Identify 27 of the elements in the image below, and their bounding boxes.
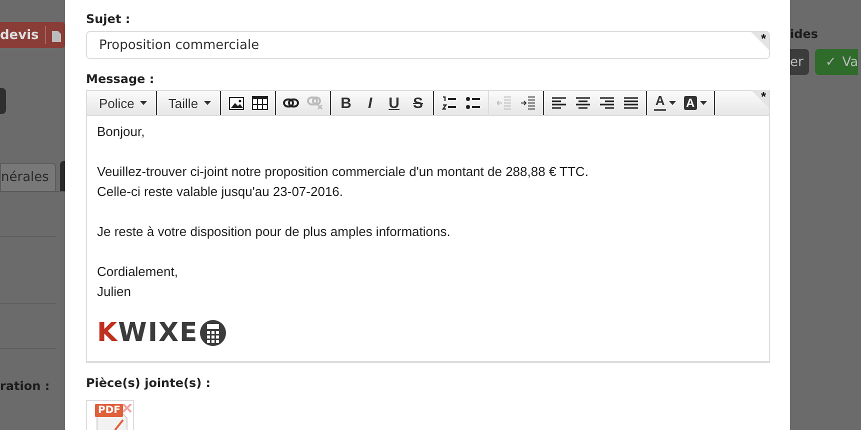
field-label: ration :	[0, 379, 51, 393]
subject-field[interactable]: Proposition commerciale *	[86, 31, 770, 59]
subject-label: Sujet :	[86, 12, 132, 26]
message-line: Je reste à votre disposition pour de plus amples informations.	[97, 223, 452, 241]
attachment-tile[interactable]: PDF	[86, 400, 134, 430]
size-dropdown[interactable]: Taille	[160, 91, 218, 115]
attachments-label: Pièce(s) jointe(s) :	[86, 376, 212, 390]
message-line: Veuillez-trouver ci-joint notre proposition commerciale d'un montant de 288,88 € TTC.	[97, 163, 590, 181]
section-label: ides	[790, 27, 819, 41]
devis-button[interactable]: devis	[0, 22, 65, 48]
background-color-button[interactable]: A	[680, 91, 711, 115]
logo: KWIXE	[97, 318, 198, 348]
underline-button[interactable]: U	[382, 91, 406, 115]
message-line: Julien	[97, 283, 132, 301]
cancel-button[interactable]: er	[790, 49, 810, 75]
font-dropdown[interactable]: Police	[91, 91, 154, 115]
message-line: Cordialement,	[97, 263, 179, 281]
bold-button[interactable]: B	[334, 91, 358, 115]
message-line: Bonjour,	[97, 123, 146, 141]
message-line: Celle-ci reste valable jusqu'au 23-07-2016.	[97, 183, 344, 201]
text-color-button[interactable]: A	[650, 91, 680, 115]
file-type-label: PDF	[95, 404, 124, 417]
message-label: Message :	[86, 72, 156, 86]
italic-button[interactable]: I	[358, 91, 382, 115]
required-mark: *	[760, 32, 766, 45]
required-mark: *	[760, 90, 766, 103]
strikethrough-button[interactable]: S	[406, 91, 430, 115]
